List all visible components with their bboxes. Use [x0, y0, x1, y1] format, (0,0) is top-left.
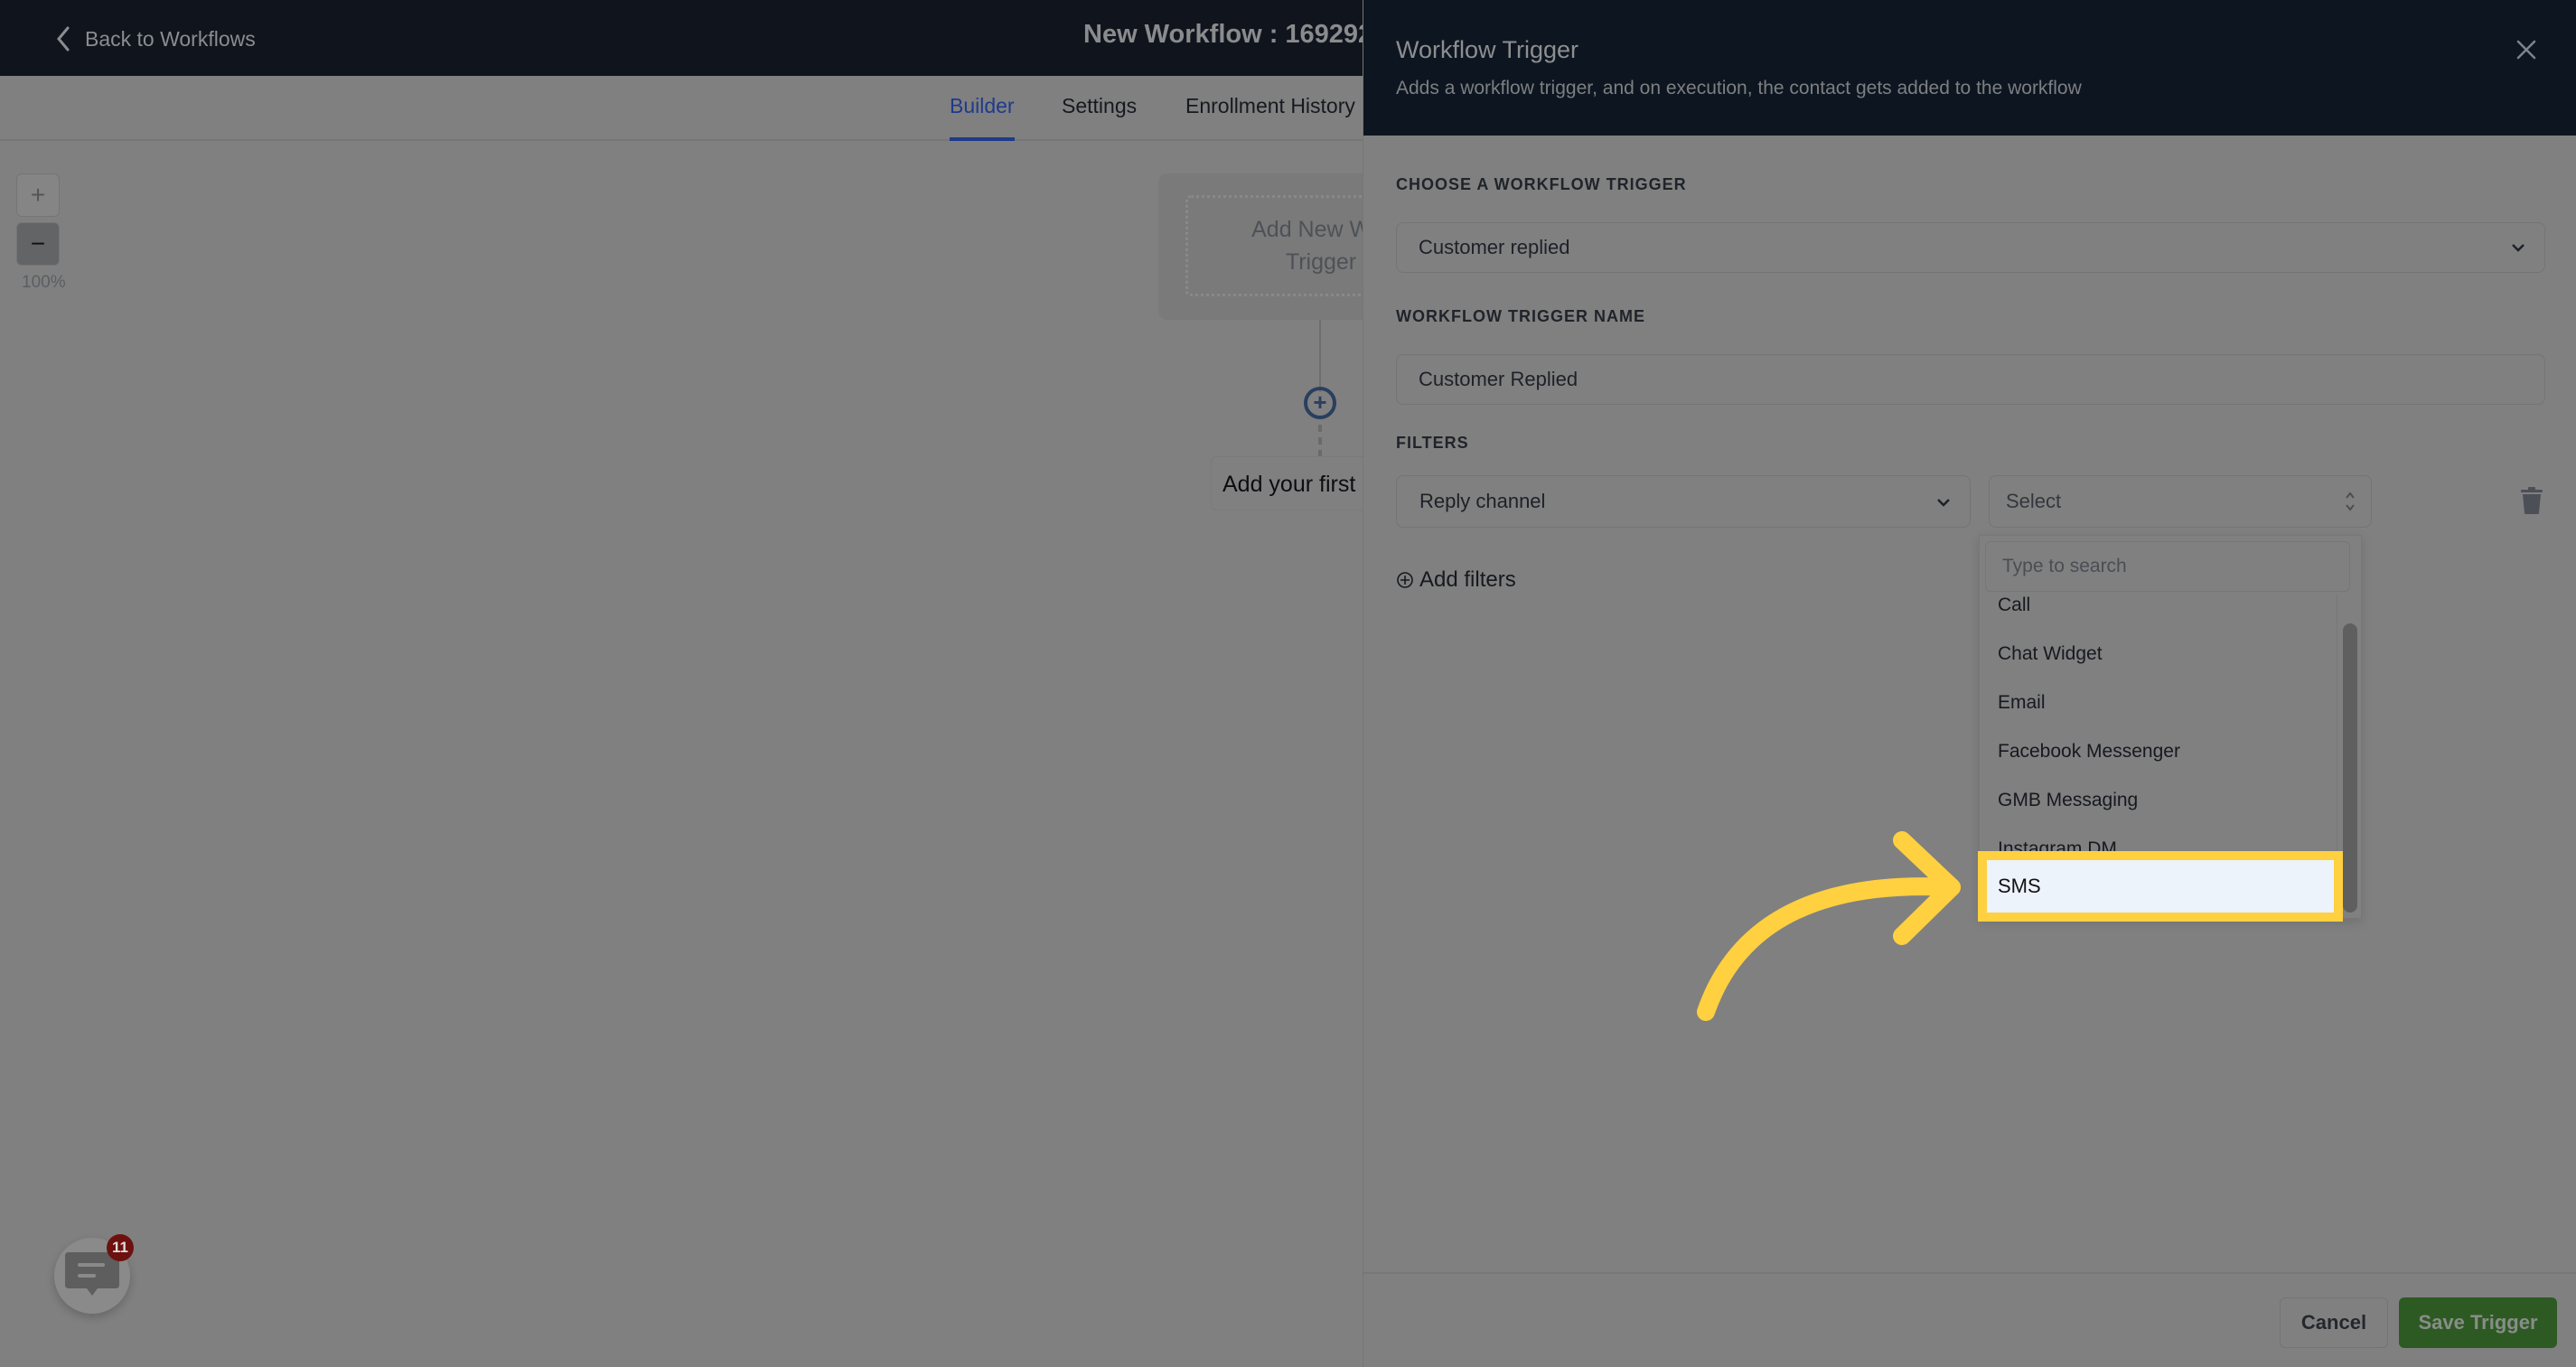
- add-trigger-card[interactable]: Add New Wor Trigger: [1158, 173, 1391, 320]
- workflow-title: New Workflow : 169292: [1083, 20, 1373, 49]
- trigger-name-label: WORKFLOW TRIGGER NAME: [1396, 307, 1645, 325]
- filter-value-select[interactable]: Select: [1989, 475, 2372, 528]
- trigger-name-value: Customer Replied: [1419, 368, 1578, 390]
- zoom-in-button[interactable]: +: [16, 173, 60, 217]
- plus-icon: +: [1313, 389, 1327, 416]
- add-filters-button[interactable]: Add filters: [1396, 567, 1516, 593]
- connector-line: [1319, 320, 1321, 392]
- chat-unread-badge: 11: [107, 1234, 134, 1261]
- sms-option-label: SMS: [1998, 875, 2041, 897]
- dropdown-option-facebook-messenger[interactable]: Facebook Messenger: [1980, 727, 2337, 776]
- trigger-type-label: CHOOSE A WORKFLOW TRIGGER: [1396, 175, 1687, 193]
- dropdown-option-gmb-messaging[interactable]: GMB Messaging: [1980, 776, 2337, 825]
- chevron-left-icon: [57, 26, 70, 51]
- drawer-footer: Cancel Save Trigger: [1363, 1272, 2576, 1367]
- annotation-arrow-icon: [1697, 831, 1961, 1021]
- add-step-button[interactable]: +: [1304, 387, 1336, 419]
- up-down-chevron-icon: [2346, 492, 2355, 511]
- close-icon[interactable]: [2513, 36, 2540, 63]
- dashed-connector: [1318, 425, 1322, 457]
- trigger-type-select[interactable]: Customer replied: [1396, 222, 2545, 273]
- tab-enrollment-history[interactable]: Enrollment History: [1185, 94, 1355, 118]
- dropdown-option-email[interactable]: Email: [1980, 679, 2337, 727]
- zoom-out-button[interactable]: −: [16, 222, 60, 266]
- cancel-button[interactable]: Cancel: [2280, 1297, 2388, 1348]
- add-first-action-card[interactable]: Add your first a: [1211, 456, 1373, 510]
- dropdown-option-chat-widget[interactable]: Chat Widget: [1980, 630, 2337, 679]
- dropdown-option-call[interactable]: Call: [1980, 594, 2337, 630]
- trash-icon[interactable]: [2520, 486, 2543, 515]
- filter-value-placeholder: Select: [2006, 490, 2062, 512]
- trigger-type-value: Customer replied: [1419, 236, 1570, 258]
- dropdown-option-sms[interactable]: SMS: [1978, 851, 2343, 922]
- tab-settings[interactable]: Settings: [1062, 94, 1137, 118]
- filter-row: Reply channel Select: [1396, 475, 2545, 531]
- filters-label: FILTERS: [1396, 434, 1469, 452]
- trigger-name-input[interactable]: Customer Replied: [1396, 354, 2545, 405]
- first-action-label: Add your first a: [1222, 472, 1373, 497]
- drawer-title: Workflow Trigger: [1396, 36, 1579, 63]
- chevron-down-icon: [2512, 244, 2524, 252]
- back-to-workflows-link[interactable]: Back to Workflows: [54, 23, 256, 54]
- add-filters-label: Add filters: [1419, 567, 1516, 592]
- filter-attribute-value: Reply channel: [1419, 490, 1546, 512]
- chevron-down-icon: [1937, 499, 1950, 507]
- plus-circle-icon: [1397, 572, 1413, 588]
- back-label: Back to Workflows: [85, 26, 256, 51]
- drawer-subtitle: Adds a workflow trigger, and on executio…: [1396, 78, 2082, 98]
- zoom-level: 100%: [22, 273, 66, 292]
- workflow-trigger-drawer: Workflow Trigger Adds a workflow trigger…: [1363, 0, 2576, 1367]
- tab-bar: Builder Settings Enrollment History: [0, 76, 1363, 141]
- drawer-header: Workflow Trigger Adds a workflow trigger…: [1363, 0, 2576, 136]
- dropdown-search-input[interactable]: Type to search: [1985, 541, 2350, 592]
- save-trigger-button[interactable]: Save Trigger: [2399, 1297, 2557, 1348]
- dropdown-scrollbar[interactable]: [2343, 623, 2357, 913]
- filter-attribute-select[interactable]: Reply channel: [1396, 475, 1971, 528]
- tab-builder[interactable]: Builder: [950, 94, 1015, 141]
